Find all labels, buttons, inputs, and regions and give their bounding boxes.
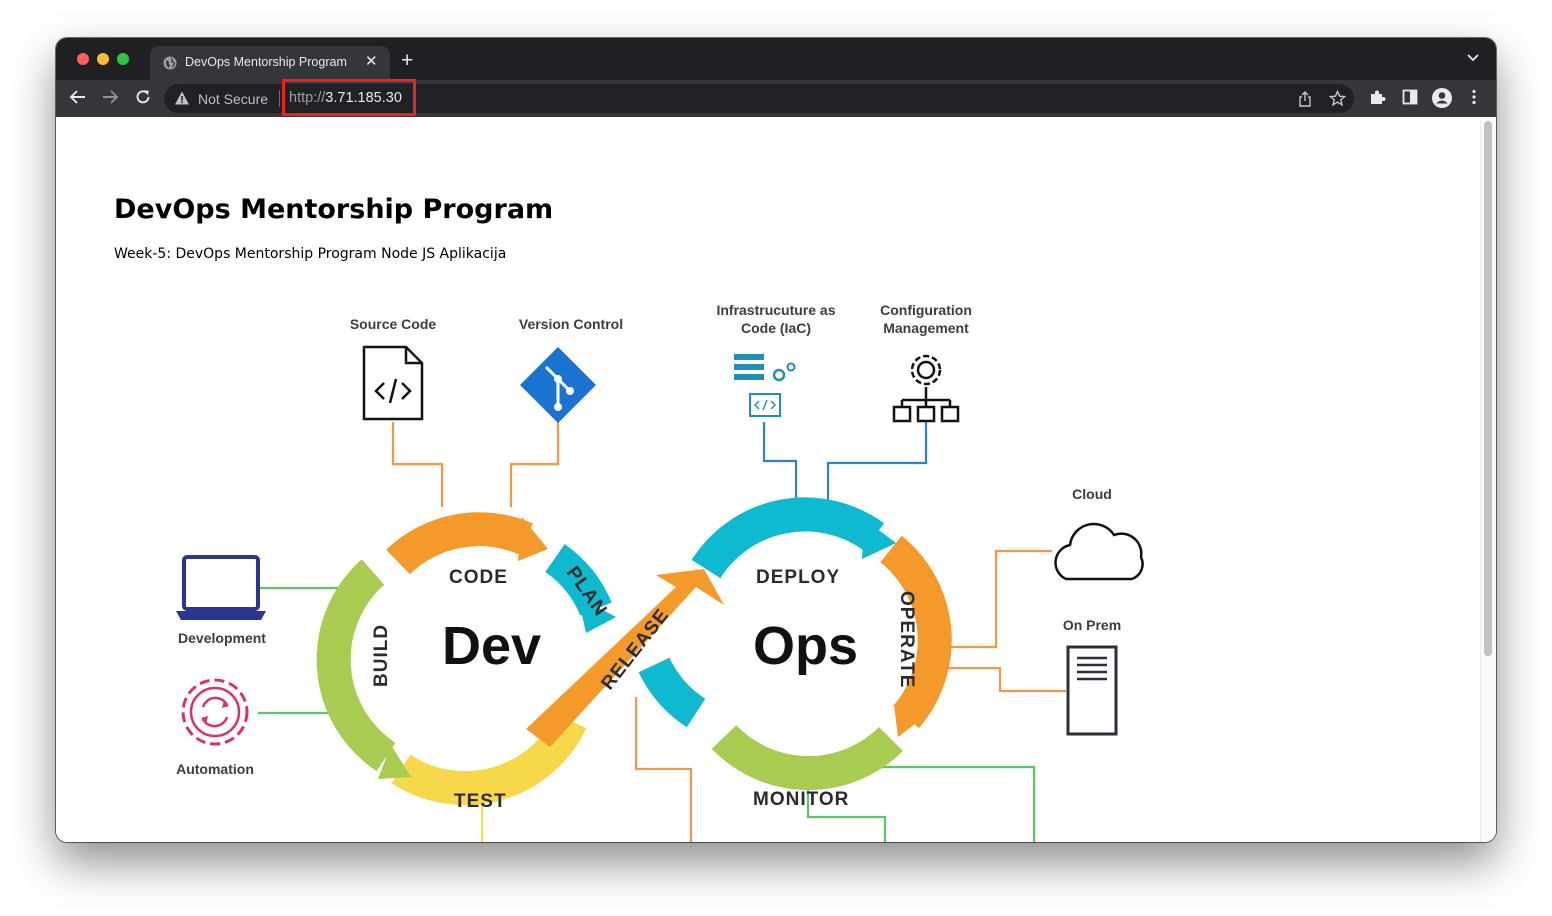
chevron-down-icon[interactable] xyxy=(1467,54,1479,62)
side-panel-icon[interactable] xyxy=(1402,89,1418,105)
ops-label: Ops xyxy=(753,616,858,676)
zoom-window-button[interactable] xyxy=(117,53,129,65)
deploy-arc xyxy=(691,497,885,579)
not-secure-label[interactable]: Not Secure xyxy=(198,91,268,107)
code-arrowhead xyxy=(518,517,548,561)
stage-build: BUILD xyxy=(371,624,392,687)
bookmark-star-icon[interactable] xyxy=(1329,90,1346,107)
scrollbar-thumb[interactable] xyxy=(1484,121,1492,656)
development-label: Development xyxy=(178,630,266,646)
minimize-window-button[interactable] xyxy=(97,53,109,65)
devops-lifecycle-diagram: CODE PLAN BUILD TEST RELEASE DEPLOY OPER… xyxy=(176,302,1144,842)
iac-label-line1: Infrastrucuture as xyxy=(716,302,835,318)
tab-close-button[interactable]: ✕ xyxy=(365,52,378,70)
configuration-gear-icon xyxy=(892,354,960,423)
stage-monitor: MONITOR xyxy=(753,789,849,810)
stage-deploy: DEPLOY xyxy=(756,567,840,588)
browser-window: DevOps Mentorship Program ✕ + Not Secure xyxy=(56,38,1496,842)
source-code-label: Source Code xyxy=(350,316,437,332)
iac-label-line2: Code (IaC) xyxy=(741,320,811,336)
tab-devops-mentorship[interactable]: DevOps Mentorship Program ✕ xyxy=(150,46,390,80)
iac-connector xyxy=(762,422,798,505)
back-arrow-icon[interactable] xyxy=(69,88,87,106)
automation-gear-icon xyxy=(181,678,249,746)
source-code-icon xyxy=(362,345,424,421)
on-prem-connector xyxy=(936,666,1066,693)
laptop-icon xyxy=(176,555,266,620)
share-icon[interactable] xyxy=(1298,91,1312,107)
close-window-button[interactable] xyxy=(77,53,89,65)
tab-title: DevOps Mentorship Program xyxy=(185,55,347,69)
title-bar: DevOps Mentorship Program ✕ + xyxy=(56,38,1496,80)
monitor-connector-2 xyxy=(874,765,1036,842)
browser-toolbar: Not Secure http://3.71.185.30 xyxy=(56,80,1496,117)
more-options-icon[interactable] xyxy=(1472,89,1476,105)
config-label-line1: Configuration xyxy=(880,302,972,318)
url-highlight-box xyxy=(282,79,416,116)
cloud-icon xyxy=(1054,522,1144,581)
source-code-connector xyxy=(391,422,444,507)
version-control-connector xyxy=(509,422,560,507)
config-connector xyxy=(826,422,928,505)
version-control-label: Version Control xyxy=(519,316,623,332)
extensions-puzzle-icon[interactable] xyxy=(1369,89,1386,106)
ops-return-arc xyxy=(638,657,706,728)
code-arc xyxy=(386,512,533,575)
dev-label: Dev xyxy=(442,616,541,676)
omnibox-divider xyxy=(279,90,280,107)
reload-icon[interactable] xyxy=(134,88,152,106)
cloud-connector xyxy=(936,549,1052,649)
automation-label: Automation xyxy=(176,761,254,777)
on-prem-label: On Prem xyxy=(1063,617,1121,633)
globe-icon xyxy=(163,56,177,70)
new-tab-button[interactable]: + xyxy=(401,50,413,71)
forward-arrow-icon[interactable] xyxy=(101,88,119,106)
stage-operate: OPERATE xyxy=(896,591,917,688)
server-icon xyxy=(1066,645,1118,736)
git-icon xyxy=(520,347,596,423)
profile-avatar-icon[interactable] xyxy=(1432,88,1452,108)
config-label-line2: Management xyxy=(883,320,969,336)
iac-icon xyxy=(734,354,796,417)
warning-icon[interactable] xyxy=(174,90,190,106)
stage-test: TEST xyxy=(454,791,507,812)
cloud-label: Cloud xyxy=(1072,486,1112,502)
stage-code: CODE xyxy=(449,567,508,588)
monitor-arc xyxy=(711,724,903,791)
page-viewport: DevOps Mentorship Program Week-5: DevOps… xyxy=(56,117,1480,842)
